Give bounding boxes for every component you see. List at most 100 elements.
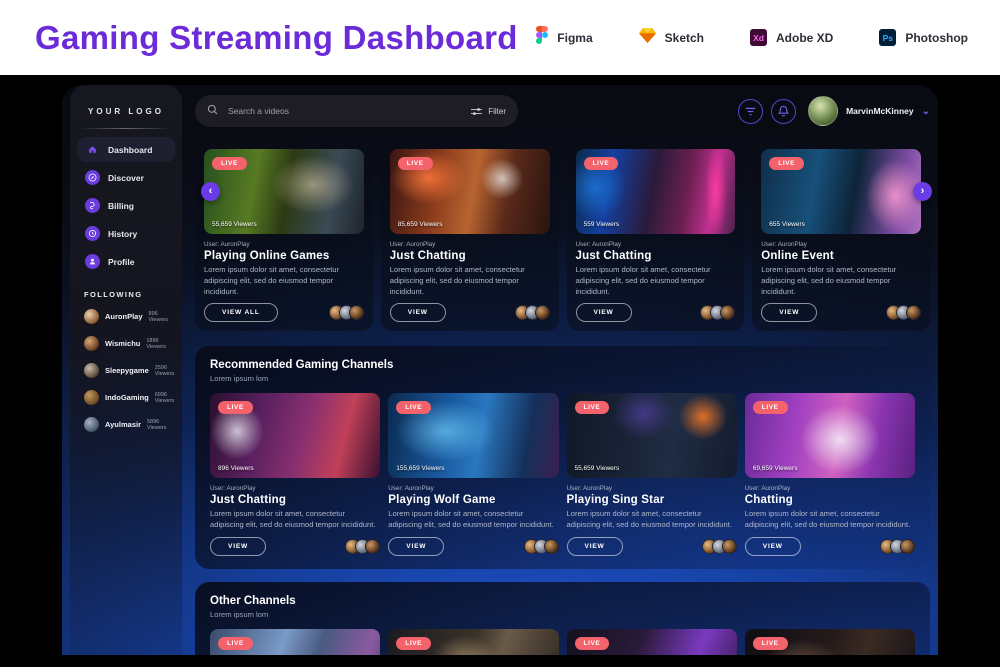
top-bar-actions: MarvinMcKinney ⌄: [738, 96, 930, 126]
filter-button[interactable]: [738, 99, 763, 124]
stream-description: Lorem ipsum dolor sit amet, consectetur …: [576, 265, 736, 297]
live-badge: LIVE: [769, 157, 804, 170]
view-button[interactable]: VIEW: [388, 537, 444, 556]
following-header: FOLLOWING: [84, 290, 182, 299]
chevron-down-icon[interactable]: ⌄: [922, 106, 930, 117]
viewer-avatars: [329, 305, 364, 320]
avatar: [84, 417, 99, 432]
search-filter-button[interactable]: Filter: [471, 107, 506, 116]
section-title: Other Channels: [210, 595, 915, 607]
live-badge: LIVE: [396, 637, 431, 650]
viewer-count: 655 Viewers: [769, 221, 805, 228]
sidebar-item-billing[interactable]: Billing: [77, 193, 175, 218]
stream-description: Lorem ipsum dolor sit amet, consectetur …: [210, 509, 380, 531]
profile-icon: [85, 254, 100, 269]
viewer-avatars: [345, 539, 380, 554]
stream-thumbnail[interactable]: LIVE 85,659 Viewers: [390, 149, 550, 234]
view-button[interactable]: VIEW: [745, 537, 801, 556]
tool-label: Sketch: [665, 31, 704, 45]
stream-thumbnail[interactable]: LIVE 69,659 Viewers: [745, 393, 915, 478]
page-title: Gaming Streaming Dashboard: [35, 19, 536, 57]
sidebar-item-profile[interactable]: Profile: [77, 249, 175, 274]
stream-card[interactable]: LIVE 559 Viewers User: AuronPlay Just Ch…: [567, 140, 745, 331]
following-item[interactable]: IndoGaming 6996 Viewers: [70, 384, 182, 411]
stream-thumbnail[interactable]: LIVE 896 Viewers: [210, 393, 380, 478]
stream-card[interactable]: LIVE 55,659 Viewers User: AuronPlay Play…: [195, 140, 373, 331]
view-button[interactable]: VIEW: [761, 303, 817, 322]
stream-card[interactable]: LIVE: [388, 629, 558, 655]
tool-sketch: Sketch: [639, 28, 704, 48]
stream-card[interactable]: LIVE 655 Viewers User: AuronPlay Online …: [752, 140, 930, 331]
viewer-avatars: [524, 539, 559, 554]
tool-label: Photoshop: [905, 31, 968, 45]
view-button[interactable]: VIEW: [567, 537, 623, 556]
viewer-avatars: [702, 539, 737, 554]
stream-description: Lorem ipsum dolor sit amet, consectetur …: [761, 265, 921, 297]
stream-card[interactable]: LIVE 55,659 Viewers User: AuronPlay Play…: [567, 393, 737, 556]
live-badge: LIVE: [575, 401, 610, 414]
stream-thumbnail[interactable]: LIVE: [745, 629, 915, 655]
live-badge: LIVE: [753, 401, 788, 414]
following-item[interactable]: Ayulmasir 5896 Viewers: [70, 411, 182, 438]
stream-thumbnail[interactable]: LIVE: [388, 629, 558, 655]
notifications-button[interactable]: [771, 99, 796, 124]
stream-title: Just Chatting: [210, 494, 380, 506]
sidebar: YOUR LOGO Dashboard Discover Billing His…: [70, 85, 182, 655]
viewer-count: 559 Viewers: [584, 221, 620, 228]
photoshop-icon: Ps: [879, 29, 896, 46]
stream-thumbnail[interactable]: LIVE: [210, 629, 380, 655]
view-button[interactable]: VIEW: [576, 303, 632, 322]
stream-title: Chatting: [745, 494, 915, 506]
figma-icon: [536, 26, 548, 49]
stream-card[interactable]: LIVE: [745, 629, 915, 655]
view-button[interactable]: VIEW: [390, 303, 446, 322]
stream-user: User: AuronPlay: [390, 241, 550, 248]
stream-user: User: AuronPlay: [204, 241, 364, 248]
stream-thumbnail[interactable]: LIVE 655 Viewers: [761, 149, 921, 234]
carousel-next-button[interactable]: ›: [913, 182, 932, 201]
design-tool-list: Figma Sketch Xd Adobe XD Ps Photoshop: [536, 26, 968, 49]
sidebar-item-discover[interactable]: Discover: [77, 165, 175, 190]
viewer-avatars: [886, 305, 921, 320]
following-item[interactable]: AuronPlay 896 Viewers: [70, 303, 182, 330]
stream-title: Playing Online Games: [204, 250, 364, 262]
user-avatar[interactable]: [808, 96, 838, 126]
stream-thumbnail[interactable]: LIVE: [567, 629, 737, 655]
stream-card[interactable]: LIVE 155,659 Viewers User: AuronPlay Pla…: [388, 393, 558, 556]
stream-card[interactable]: LIVE: [567, 629, 737, 655]
sidebar-item-history[interactable]: History: [77, 221, 175, 246]
stream-card[interactable]: LIVE 69,659 Viewers User: AuronPlay Chat…: [745, 393, 915, 556]
stream-user: User: AuronPlay: [745, 485, 915, 492]
compass-icon: [85, 170, 100, 185]
stream-card[interactable]: LIVE: [210, 629, 380, 655]
avatar: [84, 336, 99, 351]
stream-thumbnail[interactable]: LIVE 55,659 Viewers: [204, 149, 364, 234]
bell-icon: [778, 105, 789, 117]
recommended-section: Recommended Gaming Channels Lorem ipsum …: [195, 346, 930, 569]
page-header: Gaming Streaming Dashboard Figma Sketch …: [0, 0, 1000, 75]
stream-card[interactable]: LIVE 896 Viewers User: AuronPlay Just Ch…: [210, 393, 380, 556]
stream-user: User: AuronPlay: [576, 241, 736, 248]
view-button[interactable]: VIEW: [210, 537, 266, 556]
stream-card[interactable]: LIVE 85,659 Viewers User: AuronPlay Just…: [381, 140, 559, 331]
stream-thumbnail[interactable]: LIVE 55,659 Viewers: [567, 393, 737, 478]
dashboard-canvas: YOUR LOGO Dashboard Discover Billing His…: [62, 85, 938, 655]
divider: [80, 128, 172, 129]
carousel-prev-button[interactable]: ‹: [201, 182, 220, 201]
stream-thumbnail[interactable]: LIVE 559 Viewers: [576, 149, 736, 234]
following-item[interactable]: Wismichu 1896 Viewers: [70, 330, 182, 357]
stream-description: Lorem ipsum dolor sit amet, consectetur …: [390, 265, 550, 297]
stream-description: Lorem ipsum dolor sit amet, consectetur …: [388, 509, 558, 531]
viewer-count: 69,659 Viewers: [753, 465, 798, 472]
following-item[interactable]: Sleepygame 2596 Viewers: [70, 357, 182, 384]
filter-icon: [745, 107, 756, 116]
search-bar[interactable]: Filter: [195, 95, 518, 127]
sliders-icon: [471, 107, 482, 116]
tool-label: Adobe XD: [776, 31, 833, 45]
sidebar-item-dashboard[interactable]: Dashboard: [77, 137, 175, 162]
view-all-button[interactable]: VIEW ALL: [204, 303, 278, 322]
stream-thumbnail[interactable]: LIVE 155,659 Viewers: [388, 393, 558, 478]
search-input[interactable]: [226, 105, 463, 117]
search-icon: [207, 102, 218, 120]
section-title: Recommended Gaming Channels: [210, 359, 915, 371]
